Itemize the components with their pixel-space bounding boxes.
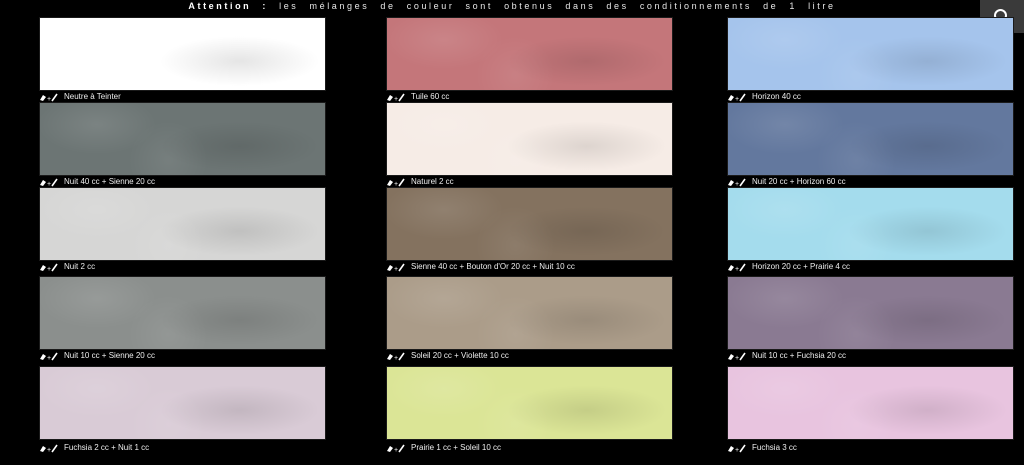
swatch-column: + Horizon 40 cc + Nuit 20 cc + Horizon 60 c… [727, 0, 1014, 465]
swatch-label: Soleil 20 cc + Violette 10 cc [411, 351, 509, 360]
svg-text:+: + [735, 266, 739, 272]
paint-mix-icon: + [39, 352, 59, 361]
paint-mix-icon: + [39, 178, 59, 187]
swatch-column: + Neutre à Teinter + Nuit 40 cc + Sienne 20… [39, 0, 326, 465]
paint-mix-icon: + [727, 263, 747, 272]
swatch-label: Nuit 10 cc + Fuchsia 20 cc [752, 351, 847, 360]
swatch-label: Horizon 20 cc + Prairie 4 cc [752, 262, 851, 271]
swatch-label: Fuchsia 3 cc [752, 443, 797, 452]
color-swatch[interactable] [39, 366, 326, 440]
paint-mix-icon: + [727, 93, 747, 102]
svg-text:+: + [394, 181, 398, 187]
svg-text:+: + [735, 181, 739, 187]
color-swatch[interactable] [727, 17, 1014, 91]
swatch-column: + Tuile 60 cc + Naturel 2 cc + Sienne 40 cc +… [386, 0, 673, 465]
svg-text:+: + [394, 355, 398, 361]
color-swatch[interactable] [39, 102, 326, 176]
paint-mix-icon: + [386, 444, 406, 453]
swatch-caption: + Horizon 20 cc + Prairie 4 cc [727, 261, 850, 273]
svg-text:+: + [47, 96, 51, 102]
color-swatch[interactable] [727, 102, 1014, 176]
paint-mix-icon: + [727, 352, 747, 361]
svg-text:+: + [47, 447, 51, 453]
color-swatch[interactable] [39, 276, 326, 350]
svg-text:+: + [735, 355, 739, 361]
svg-text:+: + [394, 266, 398, 272]
color-swatch[interactable] [727, 366, 1014, 440]
color-swatch[interactable] [727, 187, 1014, 261]
color-swatch[interactable] [386, 366, 673, 440]
color-swatch[interactable] [386, 187, 673, 261]
swatch-caption: + Nuit 2 cc [39, 261, 95, 273]
swatch-label: Prairie 1 cc + Soleil 10 cc [411, 443, 502, 452]
swatch-caption: + Prairie 1 cc + Soleil 10 cc [386, 442, 501, 454]
color-swatch[interactable] [39, 187, 326, 261]
color-swatch[interactable] [727, 276, 1014, 350]
svg-text:+: + [394, 447, 398, 453]
swatch-caption: + Nuit 10 cc + Fuchsia 20 cc [727, 350, 846, 362]
svg-text:+: + [47, 181, 51, 187]
color-swatch[interactable] [39, 17, 326, 91]
svg-text:+: + [47, 355, 51, 361]
swatch-caption: + Fuchsia 3 cc [727, 442, 797, 454]
svg-text:+: + [735, 96, 739, 102]
swatch-caption: + Nuit 10 cc + Sienne 20 cc [39, 350, 155, 362]
swatch-label: Sienne 40 cc + Bouton d'Or 20 cc + Nuit … [411, 262, 575, 271]
paint-mix-icon: + [39, 263, 59, 272]
swatch-label: Nuit 10 cc + Sienne 20 cc [64, 351, 155, 360]
paint-mix-icon: + [39, 93, 59, 102]
paint-mix-icon: + [39, 444, 59, 453]
swatch-caption: + Sienne 40 cc + Bouton d'Or 20 cc + Nuit… [386, 261, 575, 273]
swatch-label: Nuit 2 cc [64, 262, 96, 271]
svg-text:+: + [394, 96, 398, 102]
paint-mix-icon: + [386, 93, 406, 102]
paint-mix-icon: + [727, 178, 747, 187]
swatch-caption: + Soleil 20 cc + Violette 10 cc [386, 350, 509, 362]
svg-text:+: + [47, 266, 51, 272]
paint-mix-icon: + [386, 352, 406, 361]
color-swatch[interactable] [386, 102, 673, 176]
swatch-caption: + Fuchsia 2 cc + Nuit 1 cc [39, 442, 149, 454]
color-swatch[interactable] [386, 276, 673, 350]
color-swatch[interactable] [386, 17, 673, 91]
paint-mix-icon: + [727, 444, 747, 453]
svg-text:+: + [735, 447, 739, 453]
swatch-label: Fuchsia 2 cc + Nuit 1 cc [64, 443, 150, 452]
paint-mix-icon: + [386, 263, 406, 272]
paint-mix-icon: + [386, 178, 406, 187]
